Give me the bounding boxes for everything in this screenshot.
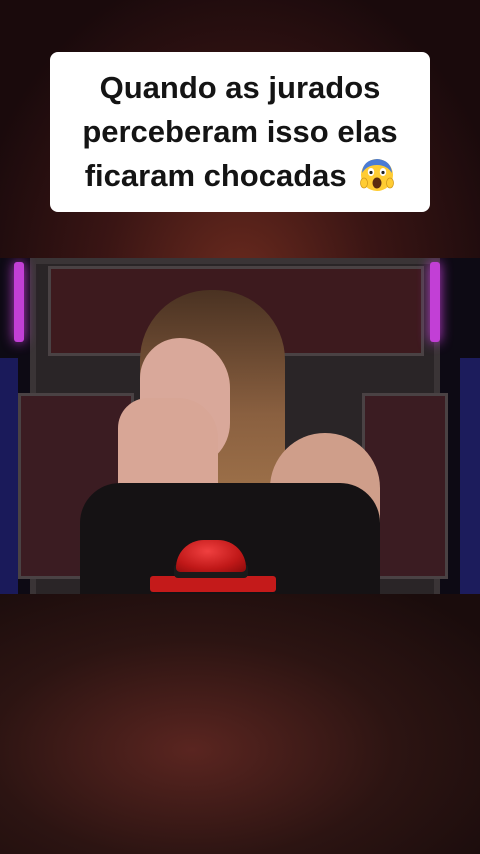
neon-light-left [14,262,24,342]
stage-light-right [460,358,480,594]
caption-line-3: ficaram chocadas [84,158,347,193]
stage-light-left [0,358,18,594]
caption-line-1: Quando as jurados [99,70,381,105]
buzzer-base [150,576,276,592]
caption-box: Quando as jurados perceberam isso elas f… [50,52,430,212]
caption-text: Quando as jurados perceberam isso elas f… [82,66,397,198]
video-frame[interactable] [0,258,480,594]
face-screaming-in-fear-icon [360,159,395,191]
blurred-background-bottom [0,594,480,854]
neon-light-right [430,262,440,342]
video-post-frame: Quando as jurados perceberam isso elas f… [0,0,480,854]
caption-line-2: perceberam isso elas [82,114,398,149]
